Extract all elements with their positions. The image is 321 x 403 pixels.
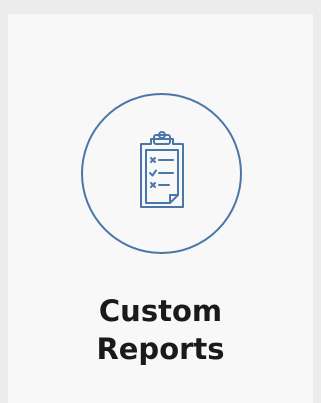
page-background: Custom Reports xyxy=(0,0,321,403)
clipboard-checklist-icon xyxy=(140,131,184,208)
card-title: Custom Reports xyxy=(8,292,313,368)
card-title-line-1: Custom xyxy=(98,294,223,328)
custom-reports-card[interactable]: Custom Reports xyxy=(8,14,313,403)
card-title-line-2: Reports xyxy=(96,332,225,366)
icon-circle xyxy=(81,93,242,254)
